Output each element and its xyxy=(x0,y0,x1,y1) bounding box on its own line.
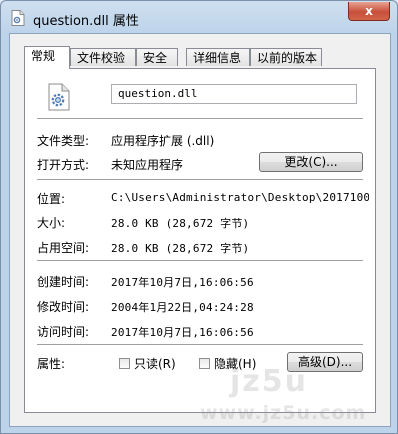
file-type-label: 文件类型: xyxy=(37,134,90,148)
size-label: 大小: xyxy=(37,216,66,230)
location-label: 位置: xyxy=(37,192,66,206)
accessed-label: 访问时间: xyxy=(37,325,90,339)
file-name-input[interactable]: question.dll xyxy=(111,84,357,104)
tab-details[interactable]: 详细信息 xyxy=(186,48,250,66)
modified-label: 修改时间: xyxy=(37,300,90,314)
separator xyxy=(37,118,363,119)
size-on-disk-label: 占用空间: xyxy=(37,241,90,255)
location-value: C:\Users\Administrator\Desktop\20171007\… xyxy=(111,191,369,204)
size-on-disk-value: 28.0 KB (28,672 字节) xyxy=(111,242,250,255)
dll-file-icon xyxy=(11,10,25,26)
general-panel: question.dll 文件类型: 应用程序扩展 (.dll) 打开方式: 未… xyxy=(24,68,376,413)
tab-general[interactable]: 常规 xyxy=(24,46,70,69)
close-button[interactable]: x xyxy=(348,2,390,21)
hidden-checkbox[interactable] xyxy=(199,358,210,369)
dll-file-icon xyxy=(48,83,70,111)
created-value: 2017年10月7日,16:06:56 xyxy=(111,276,254,289)
window-title: question.dll 属性 xyxy=(33,14,139,29)
watermark: jz5u xyxy=(230,364,308,399)
change-button[interactable]: 更改(C)... xyxy=(259,152,363,172)
tab-previous-versions[interactable]: 以前的版本 xyxy=(250,48,322,66)
tab-file-checksum[interactable]: 文件校验 xyxy=(70,48,136,66)
dialog-body: 常规 文件校验 安全 详细信息 以前的版本 question.dll 文件类型:… xyxy=(9,33,391,427)
file-type-value: 应用程序扩展 (.dll) xyxy=(111,134,215,148)
watermark-url: www.jz5u.com xyxy=(200,402,367,424)
modified-value: 2004年1月22日,04:24:28 xyxy=(111,301,254,314)
accessed-value: 2017年10月7日,16:06:56 xyxy=(111,326,254,339)
properties-window: question.dll 属性 x 常规 文件校验 安全 详细信息 以前的版本 … xyxy=(0,0,398,434)
open-with-value: 未知应用程序 xyxy=(111,158,184,172)
size-value: 28.0 KB (28,672 字节) xyxy=(111,217,250,230)
readonly-checkbox[interactable] xyxy=(119,358,130,369)
separator xyxy=(37,260,363,261)
tab-security[interactable]: 安全 xyxy=(136,48,178,66)
attributes-label: 属性: xyxy=(37,357,66,371)
open-with-label: 打开方式: xyxy=(37,158,90,172)
title-bar[interactable]: question.dll 属性 x xyxy=(1,1,397,33)
separator xyxy=(37,344,363,345)
created-label: 创建时间: xyxy=(37,275,90,289)
separator xyxy=(37,179,363,180)
readonly-checkbox-label[interactable]: 只读(R) xyxy=(134,355,176,372)
